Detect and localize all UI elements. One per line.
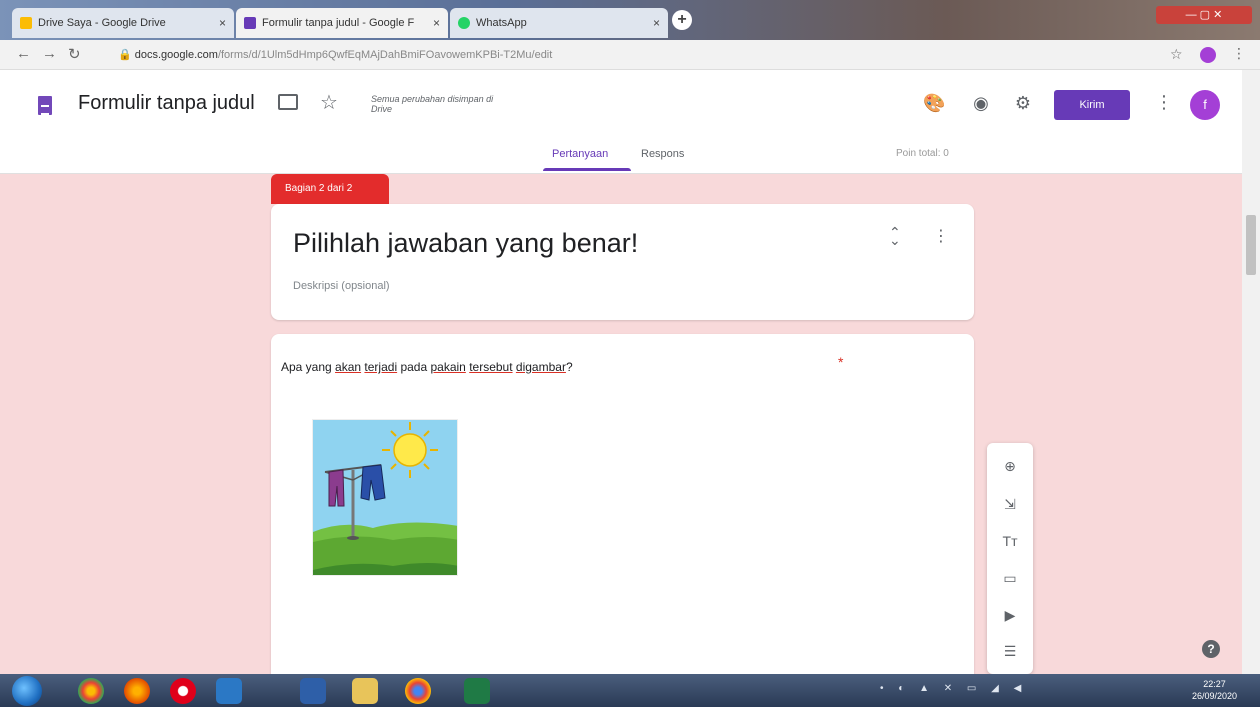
section-indicator: Bagian 2 dari 2 xyxy=(271,174,389,204)
explorer-taskbar-icon[interactable] xyxy=(352,678,378,704)
reload-icon[interactable]: ↻ xyxy=(68,45,81,63)
total-points: Poin total: 0 xyxy=(896,148,949,159)
tab-google-drive[interactable]: Drive Saya - Google Drive × xyxy=(12,8,234,38)
tab-label: WhatsApp xyxy=(476,17,527,29)
new-tab-button[interactable]: + xyxy=(672,10,692,30)
google-forms-icon xyxy=(244,17,256,29)
close-icon[interactable]: × xyxy=(653,16,660,30)
url-path: /forms/d/1Ulm5dHmp6QwfEqMAjDahBmiFOavowe… xyxy=(217,49,553,61)
section-header-card[interactable]: Pilihlah jawaban yang benar! Deskripsi (… xyxy=(271,204,974,320)
add-image-icon[interactable]: ▭ xyxy=(999,567,1021,589)
form-title[interactable]: Formulir tanpa judul xyxy=(78,92,255,115)
question-image-clothes-drying[interactable] xyxy=(312,419,458,576)
preview-eye-icon[interactable]: ◉ xyxy=(970,92,992,114)
add-title-icon[interactable]: Tт xyxy=(999,530,1021,552)
clock-date: 26/09/2020 xyxy=(1192,691,1238,701)
lock-icon: 🔒 xyxy=(118,49,135,61)
firefox-taskbar-icon[interactable] xyxy=(124,678,150,704)
clock[interactable]: 22:27 26/09/2020 xyxy=(1192,678,1237,702)
address-bar: ← → ↻ 🔒 docs.google.com/forms/d/1Ulm5dHm… xyxy=(0,40,1260,70)
question-text[interactable]: Apa yang akan terjadi pada pakain terseb… xyxy=(281,360,573,374)
save-status: Semua perubahan disimpan di Drive xyxy=(371,94,494,114)
chrome-taskbar-icon[interactable] xyxy=(78,678,104,704)
word-taskbar-icon[interactable] xyxy=(300,678,326,704)
question-part: pakain xyxy=(430,360,466,374)
add-video-icon[interactable]: ▶ xyxy=(999,604,1021,626)
avatar[interactable]: f xyxy=(1190,90,1220,120)
whatsapp-icon xyxy=(458,17,470,29)
excel-taskbar-icon[interactable] xyxy=(464,678,490,704)
question-part: terjadi xyxy=(364,360,398,374)
section-title[interactable]: Pilihlah jawaban yang benar! xyxy=(293,228,638,259)
section-description-field[interactable]: Deskripsi (opsional) xyxy=(293,280,390,292)
google-forms-logo-icon[interactable] xyxy=(38,96,52,115)
question-toolbar: ⊕ ⇲ Tт ▭ ▶ ☰ xyxy=(987,443,1033,674)
section-more-icon[interactable]: ⋮ xyxy=(933,226,949,246)
page-scrollbar[interactable] xyxy=(1242,70,1260,674)
send-button[interactable]: Kirim xyxy=(1054,90,1130,120)
forms-header: Formulir tanpa judul ☆ Semua perubahan d… xyxy=(0,70,1242,174)
system-tray[interactable]: • ◐ ▲ ✕ ▭ ◢ ◀ xyxy=(880,683,1027,694)
back-icon[interactable]: ← xyxy=(16,45,31,62)
more-options-icon[interactable]: ⋮ xyxy=(1155,92,1173,113)
question-part: Apa yang xyxy=(281,360,336,374)
import-questions-icon[interactable]: ⇲ xyxy=(999,493,1021,515)
url-host: docs.google.com xyxy=(134,49,218,61)
google-drive-icon xyxy=(20,17,32,29)
browser-tab-strip: Drive Saya - Google Drive × Formulir tan… xyxy=(0,0,1260,40)
forward-icon[interactable]: → xyxy=(42,45,57,62)
tab-google-forms[interactable]: Formulir tanpa judul - Google F × xyxy=(236,8,448,38)
question-part: akan xyxy=(335,360,362,374)
question-part: ? xyxy=(565,360,573,374)
opera-taskbar-icon[interactable] xyxy=(170,678,196,704)
question-part: digambar xyxy=(515,360,566,374)
browser-profile-avatar[interactable] xyxy=(1200,47,1216,63)
add-question-icon[interactable]: ⊕ xyxy=(999,455,1021,477)
collapse-section-icon[interactable]: ⌃ ⌄ xyxy=(889,225,901,247)
url-input[interactable]: 🔒 docs.google.com/forms/d/1Ulm5dHmp6QwfE… xyxy=(118,44,1148,66)
question-part: tersebut xyxy=(469,360,513,374)
folder-icon[interactable] xyxy=(278,94,298,110)
add-section-icon[interactable]: ☰ xyxy=(999,640,1021,662)
tab-label: Formulir tanpa judul - Google F xyxy=(262,17,415,29)
start-button[interactable] xyxy=(12,676,42,706)
star-icon[interactable]: ☆ xyxy=(320,90,338,115)
required-asterisk: * xyxy=(838,354,844,370)
windows-taskbar: • ◐ ▲ ✕ ▭ ◢ ◀ 22:27 26/09/2020 xyxy=(0,674,1260,707)
tab-whatsapp[interactable]: WhatsApp × xyxy=(450,8,668,38)
bookmark-star-icon[interactable]: ☆ xyxy=(1170,46,1183,63)
palette-icon[interactable]: 🎨 xyxy=(923,92,945,114)
close-icon[interactable]: × xyxy=(219,16,226,30)
clock-time: 22:27 xyxy=(1203,679,1226,689)
question-part: pada xyxy=(397,360,431,374)
help-icon[interactable]: ? xyxy=(1202,640,1220,658)
tab-questions[interactable]: Pertanyaan xyxy=(552,148,608,160)
question-card[interactable]: Apa yang akan terjadi pada pakain terseb… xyxy=(271,334,974,707)
app-taskbar-icon[interactable] xyxy=(216,678,242,704)
tab-label: Drive Saya - Google Drive xyxy=(38,17,166,29)
scrollbar-thumb[interactable] xyxy=(1246,215,1256,275)
close-icon[interactable]: × xyxy=(433,16,440,30)
active-tab-indicator xyxy=(543,168,631,171)
tab-responses[interactable]: Respons xyxy=(641,148,684,160)
chrome-active-taskbar-icon[interactable] xyxy=(405,678,431,704)
window-controls[interactable]: — ▢ ✕ xyxy=(1156,6,1252,24)
settings-gear-icon[interactable]: ⚙ xyxy=(1012,92,1034,114)
browser-menu-icon[interactable]: ⋮ xyxy=(1232,45,1246,62)
